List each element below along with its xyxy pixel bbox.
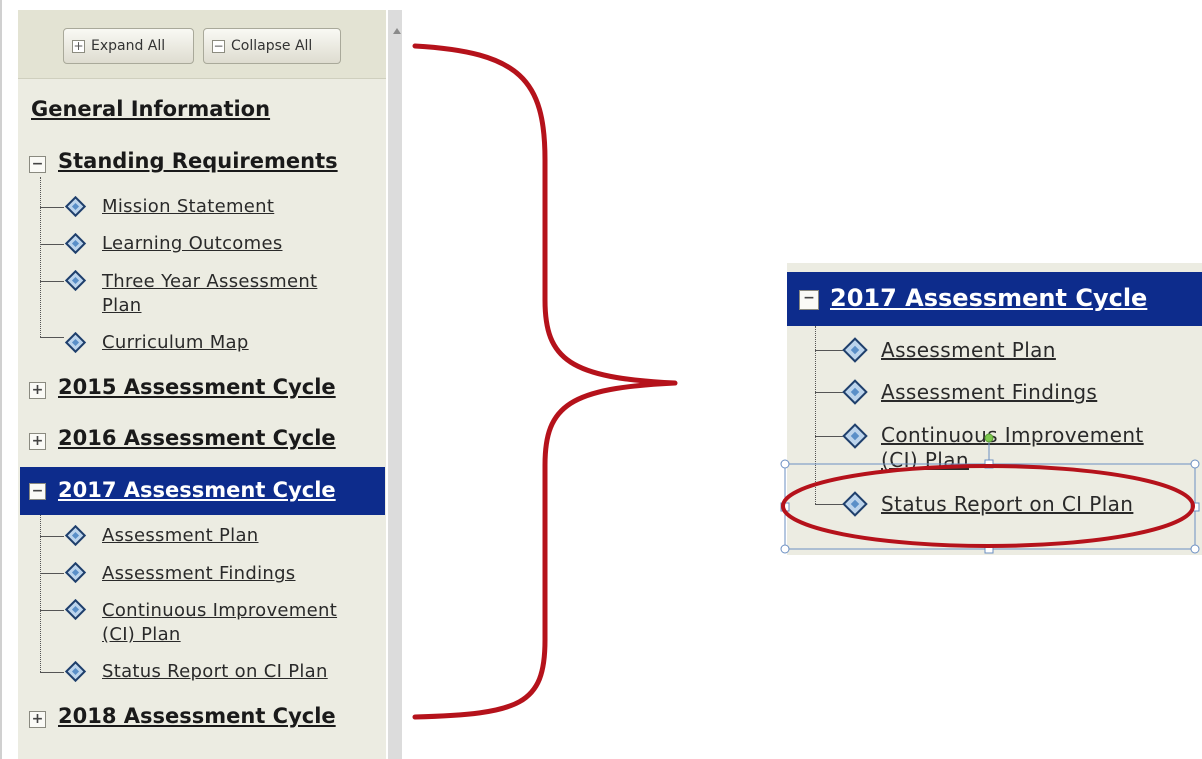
tree-item-2016-assessment-cycle[interactable]: 2016 Assessment Cycle	[58, 426, 336, 450]
tree-leaf-continuous-improvement-plan[interactable]: Continuous Improvement	[102, 599, 337, 622]
tree-connector-line	[815, 504, 843, 505]
expand-2015-cycle-icon[interactable]: +	[29, 382, 46, 399]
tree-item-2015-assessment-cycle[interactable]: 2015 Assessment Cycle	[58, 375, 336, 399]
collapse-zoomed-cycle-icon[interactable]: −	[799, 290, 819, 310]
expand-2016-cycle-icon[interactable]: +	[29, 433, 46, 450]
tree-leaf-assessment-plan[interactable]: Assessment Plan	[102, 524, 259, 547]
collapse-standing-requirements-icon[interactable]: −	[29, 156, 46, 173]
zoomed-selected-row[interactable]: − 2017 Assessment Cycle	[787, 272, 1202, 326]
tree-leaf-status-report-ci-plan[interactable]: Status Report on CI Plan	[102, 660, 328, 683]
tree-item-2017-assessment-cycle[interactable]: 2017 Assessment Cycle	[58, 478, 336, 502]
tree-leaf-mission-statement[interactable]: Mission Statement	[102, 195, 274, 218]
tree-connector-line	[40, 672, 64, 673]
collapse-all-label: Collapse All	[231, 38, 313, 54]
zoomed-leaf-status-report-ci-plan[interactable]: Status Report on CI Plan	[881, 491, 1133, 517]
tree-item-standing-requirements[interactable]: Standing Requirements	[58, 149, 338, 173]
window-left-border	[0, 0, 2, 759]
tree-leaf-assessment-findings[interactable]: Assessment Findings	[102, 562, 296, 585]
tree-item-general-information[interactable]: General Information	[31, 97, 270, 121]
expand-2018-cycle-icon[interactable]: +	[29, 711, 46, 728]
tree-leaf-three-year-assessment-plan-line2[interactable]: Plan	[102, 294, 142, 317]
tree-connector-line	[40, 515, 41, 672]
vertical-scrollbar[interactable]	[388, 10, 402, 759]
tree-connector-line	[815, 326, 816, 504]
zoomed-leaf-continuous-improvement-plan-line2[interactable]: (CI) Plan	[881, 447, 969, 473]
tree-connector-line	[40, 281, 64, 282]
tree-leaf-three-year-assessment-plan[interactable]: Three Year Assessment	[102, 270, 317, 293]
curly-brace-annotation	[412, 43, 678, 720]
zoomed-leaf-assessment-findings[interactable]: Assessment Findings	[881, 379, 1097, 405]
tree-leaf-learning-outcomes[interactable]: Learning Outcomes	[102, 232, 283, 255]
zoomed-leaf-assessment-plan[interactable]: Assessment Plan	[881, 337, 1056, 363]
tree-connector-line	[40, 177, 41, 337]
tree-connector-line	[40, 337, 64, 338]
tree-connector-line	[40, 207, 64, 208]
zoomed-tree-item-2017-assessment-cycle[interactable]: 2017 Assessment Cycle	[830, 284, 1147, 312]
tree-item-2018-assessment-cycle[interactable]: 2018 Assessment Cycle	[58, 704, 336, 728]
tree-toolbar: + Expand All − Collapse All	[18, 10, 386, 79]
selected-tree-row[interactable]: − 2017 Assessment Cycle	[20, 467, 385, 515]
collapse-all-button[interactable]: − Collapse All	[203, 28, 341, 64]
zoomed-leaf-continuous-improvement-plan[interactable]: Continuous Improvement	[881, 422, 1144, 448]
minus-box-icon: −	[212, 38, 225, 53]
expand-all-label: Expand All	[91, 38, 166, 54]
plus-box-icon: +	[72, 38, 85, 53]
tree-connector-line	[40, 573, 64, 574]
tree-connector-line	[815, 392, 843, 393]
tree-connector-line	[40, 536, 64, 537]
tree-connector-line	[815, 350, 843, 351]
tree-leaf-curriculum-map[interactable]: Curriculum Map	[102, 331, 249, 354]
tree-connector-line	[815, 436, 843, 437]
tree-connector-line	[40, 244, 64, 245]
collapse-2017-cycle-icon[interactable]: −	[29, 483, 46, 500]
tree-connector-line	[40, 610, 64, 611]
tree-leaf-continuous-improvement-plan-line2[interactable]: (CI) Plan	[102, 623, 181, 646]
scroll-up-arrow-icon[interactable]	[393, 28, 401, 34]
expand-all-button[interactable]: + Expand All	[63, 28, 194, 64]
